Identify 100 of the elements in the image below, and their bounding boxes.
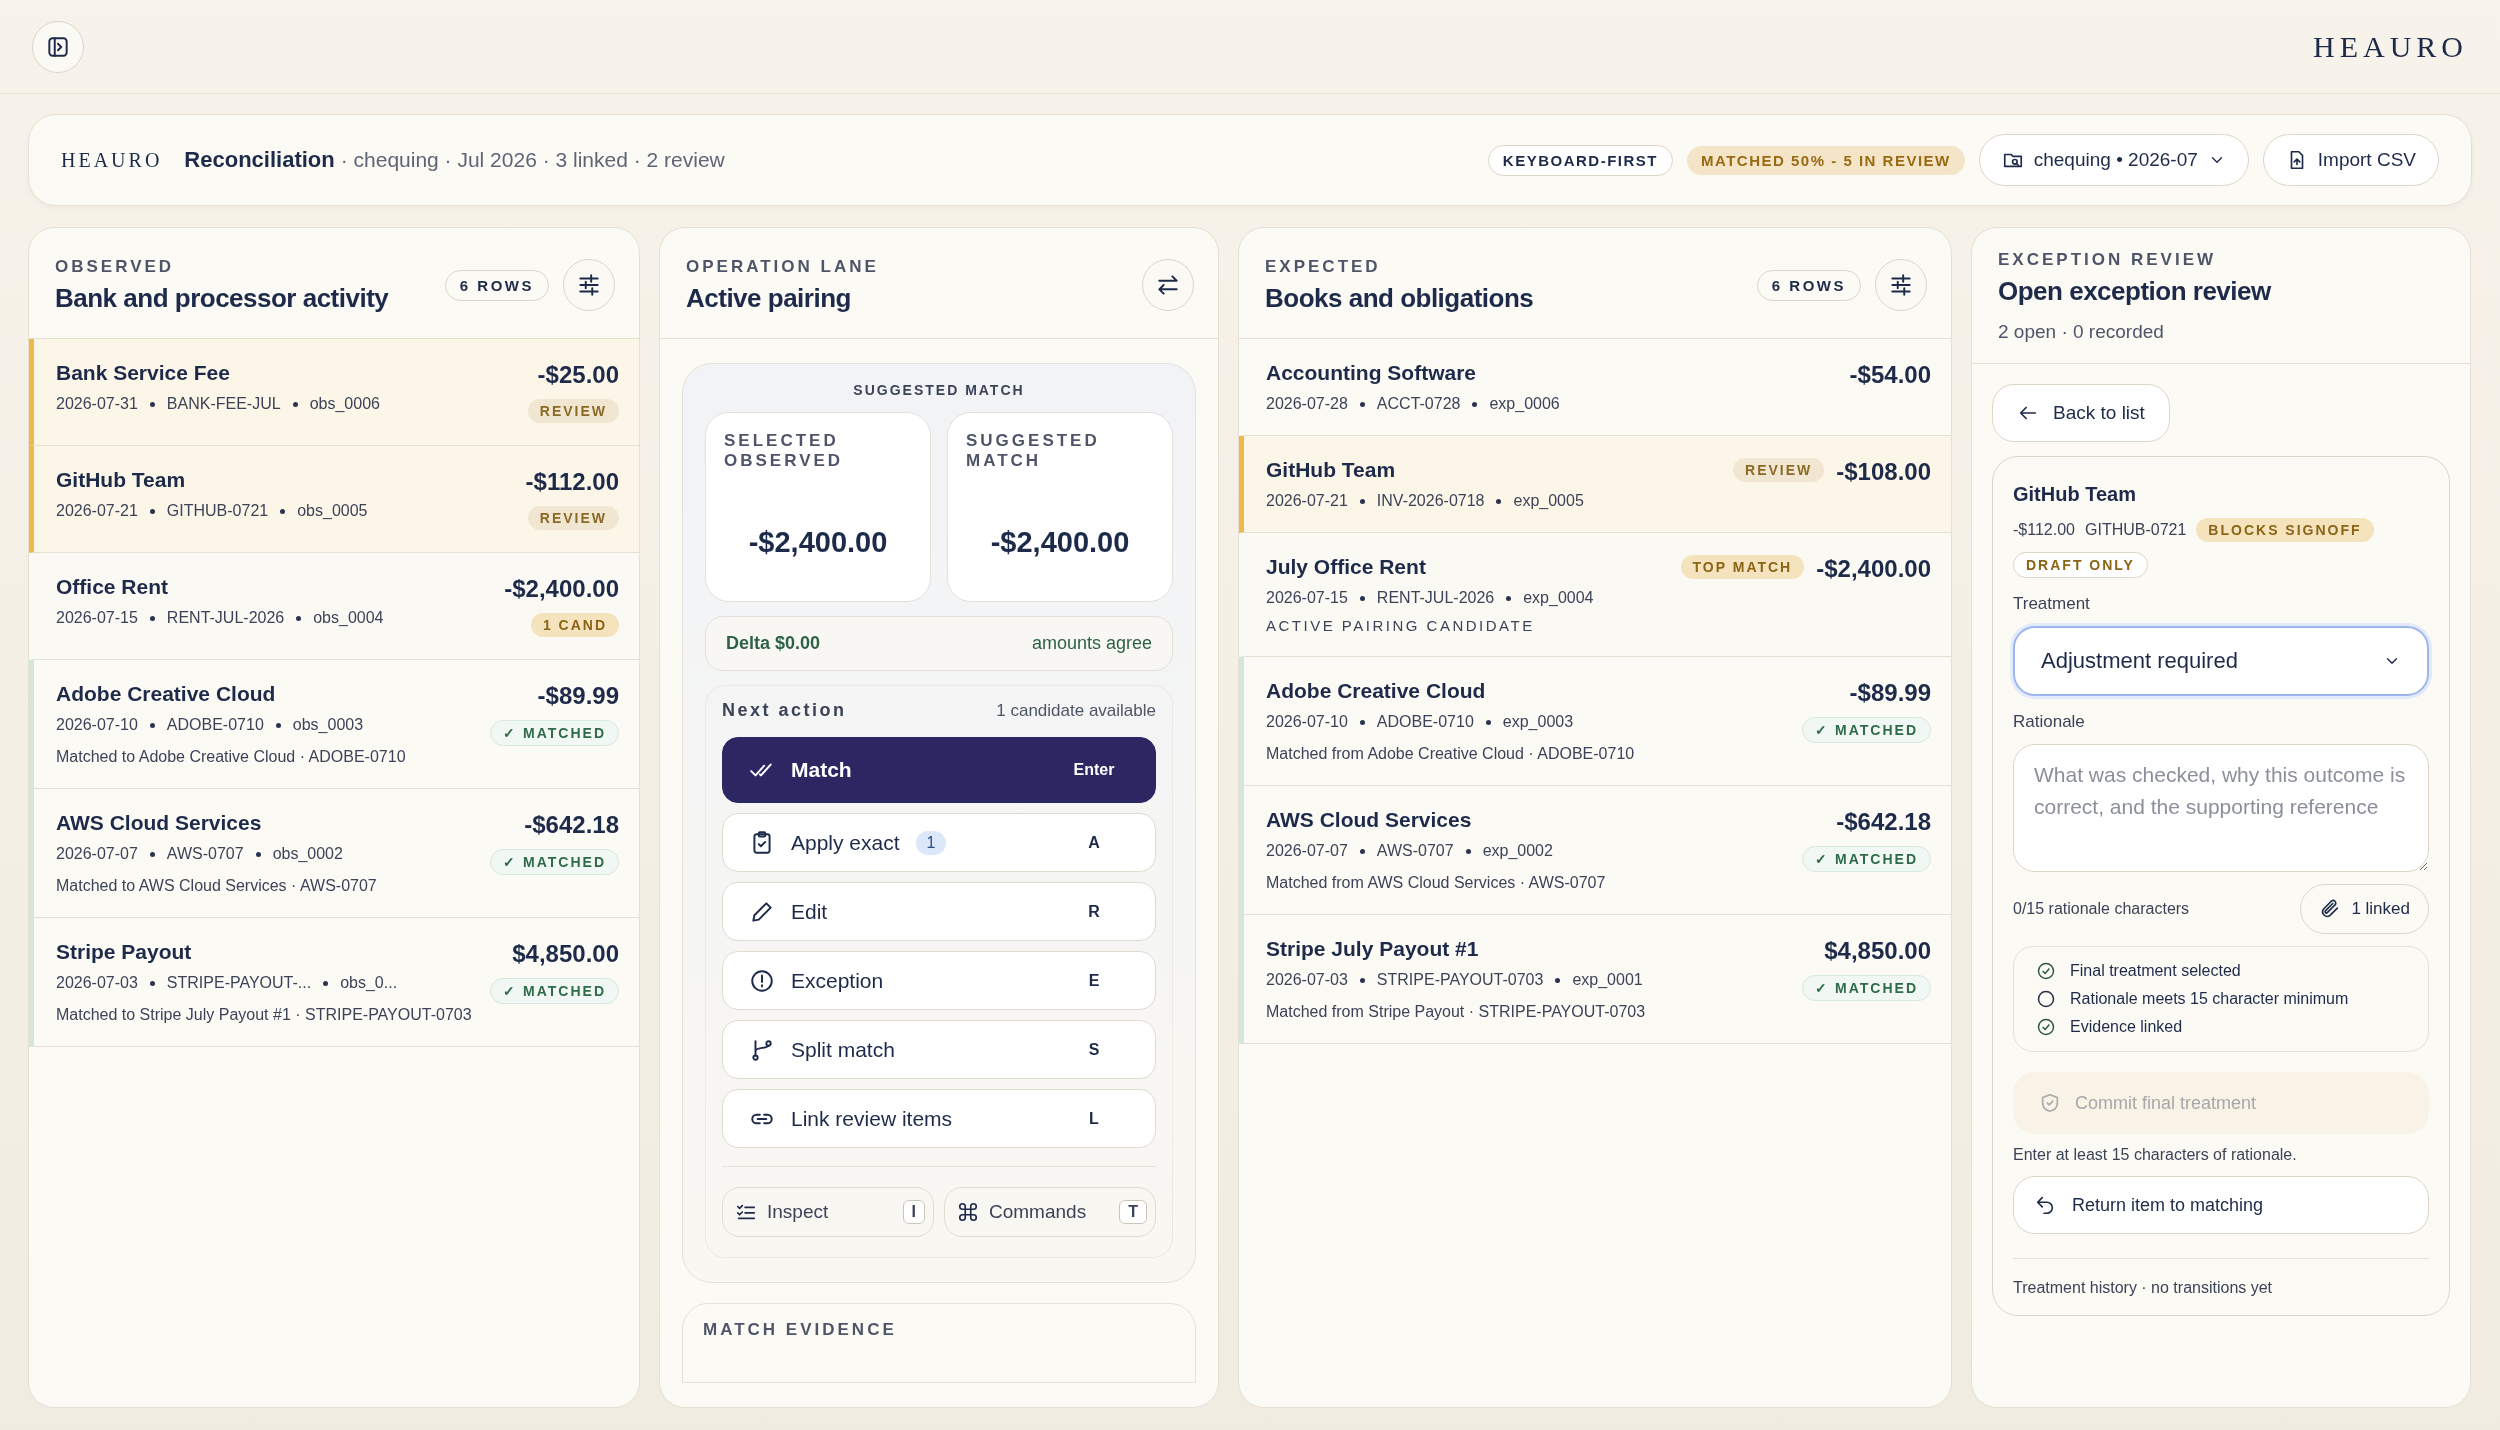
separator-dot [149,401,155,407]
row-name: AWS Cloud Services [1266,808,1472,832]
row-meta: 2026-07-15 [56,609,138,627]
back-button[interactable]: Back to list [1992,384,2170,442]
item-name: GitHub Team [2013,483,2137,506]
row-name: Adobe Creative Cloud [56,682,276,706]
separator-dot [296,615,302,621]
row-note: Matched to Stripe July Payout #1 · STRIPE-PAYOUT-0703 [56,1006,473,1024]
status-chip: KEYBOARD-FIRST [1487,144,1673,176]
action-button[interactable]: Apply exact 1 A [722,813,1156,872]
row-meta: 2026-07-03 [56,974,138,992]
section-label: MATCH EVIDENCE [703,1320,897,1339]
panel-eyebrow: OPERATION LANE [686,256,880,277]
panel-title: Bank and processor activity [55,282,390,314]
ledger-row[interactable]: AWS Cloud Services 2026-07-07 AWS-0707 obs_0002 Matched to AWS Cloud Services · AWS-0707 -$642.18 ✓ MATCHED [29,789,639,918]
row-note: Matched to AWS Cloud Services · AWS-0707 [56,877,378,895]
filter-button[interactable] [563,259,615,311]
row-meta: 2026-07-03 [1266,971,1348,989]
separator-dot [255,851,261,857]
tool-button[interactable]: Inspect I [722,1187,934,1237]
ledger-row[interactable]: Adobe Creative Cloud 2026-07-10 ADOBE-0710 obs_0003 Matched to Adobe Creative Cloud · ADOBE-0710 -$89.99 ✓ MATCHED [29,660,639,789]
page-title: Reconciliation [184,147,335,173]
import-csv-button[interactable]: Import CSV [2262,134,2439,186]
ledger-row[interactable]: Stripe Payout 2026-07-03 STRIPE-PAYOUT-... obs_0... Matched to Stripe July Payout #1 · STRIPE-PAYOUT-0703 $4,850.00 ✓ MATCHED [29,918,639,1047]
ledger-row[interactable]: Adobe Creative Cloud 2026-07-10 ADOBE-0710 exp_0003 Matched from Adobe Creative Cloud · ADOBE-0710 -$89.99 ✓ MATCHED [1239,657,1951,786]
row-meta: 2026-07-15 [1266,589,1348,607]
row-meta: obs_0... [340,974,398,992]
filter-button[interactable] [1875,259,1927,311]
row-note: Matched from AWS Cloud Services · AWS-0707 [1266,874,1607,892]
separator-dot [149,615,155,621]
status-badge: 1 CAND [530,613,619,637]
row-amount: -$2,400.00 [504,575,619,603]
row-amount: -$25.00 [537,361,619,389]
treatment-select[interactable]: Adjustment required [2013,626,2429,696]
separator-dot [1485,719,1491,725]
row-amount: -$112.00 [525,468,619,496]
action-button[interactable]: Match Enter [722,737,1156,803]
row-meta: STRIPE-PAYOUT-... [166,974,312,992]
amount-label: SUGGESTED MATCH [966,431,1101,471]
separator-dot [292,401,298,407]
row-amount: -$54.00 [1849,361,1931,389]
ledger-row[interactable]: Bank Service Fee 2026-07-31 BANK-FEE-JUL obs_0006 -$25.00 REVIEW [29,339,639,446]
delta-note: amounts agree [1031,633,1152,654]
count-badge: 1 [915,830,947,855]
row-meta: 2026-07-28 [1266,395,1348,413]
row-meta: 2026-07-21 [1266,492,1348,510]
separator-dot [1359,848,1365,854]
row-amount: -$642.18 [524,811,619,839]
ledger-row[interactable]: GitHub Team 2026-07-21 GITHUB-0721 obs_0005 -$112.00 REVIEW [29,446,639,553]
row-meta: ACCT-0728 [1376,395,1461,413]
status-badge: REVIEW [527,506,619,530]
exception-summary: 2 open · 0 recorded [1998,321,2165,343]
account-dropdown[interactable]: chequing • 2026-07 [1978,134,2249,186]
action-button[interactable]: Exception E [722,951,1156,1010]
row-meta: 2026-07-07 [1266,842,1348,860]
ledger-row[interactable]: GitHub Team REVIEW 2026-07-21 INV-2026-0718 exp_0005 -$108.00 [1239,436,1951,533]
row-meta: obs_0005 [297,502,368,520]
section-label: Next action [722,700,847,721]
status-badge: ✓ MATCHED [1802,975,1931,1001]
commit-hint: Enter at least 15 characters of rationale. [2013,1146,2298,1164]
row-meta: AWS-0707 [166,845,244,863]
status-badge: ✓ MATCHED [1802,717,1931,743]
separator-dot [1496,498,1502,504]
panel-eyebrow: OBSERVED [55,256,176,277]
separator-dot [1359,498,1365,504]
item-tag: BLOCKS SIGNOFF [2196,518,2374,542]
separator-dot [1506,595,1512,601]
row-name: Stripe July Payout #1 [1266,937,1479,961]
separator-dot [149,722,155,728]
row-amount: -$2,400.00 [1816,555,1931,583]
row-caption: ACTIVE PAIRING CANDIDATE [1266,617,1536,634]
separator-dot [1359,977,1365,983]
panel-title: Open exception review [1998,276,2272,307]
row-amount: -$642.18 [1836,808,1931,836]
ledger-row[interactable]: AWS Cloud Services 2026-07-07 AWS-0707 exp_0002 Matched from AWS Cloud Services · AWS-0707 -$642.18 ✓ MATCHED [1239,786,1951,915]
action-button[interactable]: Split match S [722,1020,1156,1079]
swap-button[interactable] [1142,259,1194,311]
panel-title: Active pairing [686,282,852,314]
status-badge: ✓ MATCHED [490,849,619,875]
linked-evidence-button[interactable]: 1 linked [2300,884,2429,934]
ledger-row[interactable]: Stripe July Payout #1 2026-07-03 STRIPE-PAYOUT-0703 exp_0001 Matched from Stripe Payout · STRIPE-PAYOUT-0703 $4,850.00 ✓ MATCHED [1239,915,1951,1044]
row-meta: RENT-JUL-2026 [1376,589,1495,607]
action-button[interactable]: Edit R [722,882,1156,941]
status-badge: TOP MATCH [1680,555,1805,579]
row-note: Matched from Stripe Payout · STRIPE-PAYOUT-0703 [1266,1003,1647,1021]
row-name: GitHub Team [56,468,186,492]
separator-dot [149,851,155,857]
status-chip: MATCHED 50% - 5 IN REVIEW [1687,145,1965,175]
return-button[interactable]: Return item to matching [2013,1176,2429,1234]
rationale-field[interactable]: What was checked, why this outcome is correct, and the supporting reference [2013,744,2429,872]
status-badge: ✓ MATCHED [1802,846,1931,872]
row-meta: exp_0005 [1513,492,1584,510]
row-amount: -$89.99 [537,682,619,710]
row-meta: exp_0002 [1482,842,1553,860]
action-button[interactable]: Link review items L [722,1089,1156,1148]
row-meta: 2026-07-10 [56,716,138,734]
tool-button[interactable]: Commands T [944,1187,1156,1237]
character-count: 0/15 rationale characters [2013,900,2190,918]
treatment-history: Treatment history · no transitions yet [2013,1279,2274,1297]
row-name: Adobe Creative Cloud [1266,679,1486,703]
